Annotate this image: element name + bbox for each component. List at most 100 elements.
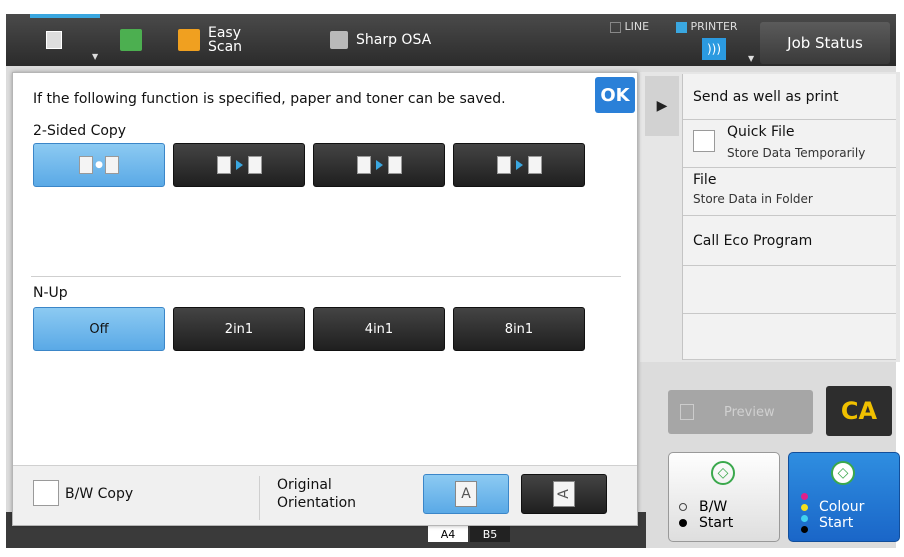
paper-size-b5[interactable]: B5 [470, 526, 510, 542]
printer-status-box [676, 21, 687, 33]
printer-status: PRINTER [676, 20, 738, 33]
section-divider [31, 276, 621, 277]
line-label: LINE [624, 20, 650, 33]
empty-item-2 [683, 314, 896, 360]
landscape-orientation-button[interactable]: A [521, 474, 607, 514]
dropdown-arrow-icon: ▼ [92, 52, 99, 61]
page-icon [79, 156, 94, 174]
sharp-osa-label: Sharp OSA [356, 32, 432, 48]
bw-start-button[interactable]: ◇ B/W Start [668, 452, 780, 542]
sharp-osa-icon [330, 31, 348, 49]
bw-start-label: B/W Start [699, 499, 733, 531]
preview-button[interactable]: Preview [668, 390, 813, 434]
quick-file-item[interactable]: Quick File Store Data Temporarily [683, 120, 896, 168]
bw-start-line1: B/W [699, 499, 728, 515]
bw-copy-label: B/W Copy [65, 486, 134, 502]
copy-mode-icon [46, 31, 62, 49]
ok-button[interactable]: OK [595, 77, 635, 113]
duplex-1-to-2-button[interactable] [173, 143, 305, 187]
preview-icon [680, 404, 694, 420]
bw-indicator-icon [679, 503, 687, 511]
duplex-2-to-2-button[interactable] [313, 143, 445, 187]
paper-size-a4-label: A4 [440, 527, 456, 541]
ok-label: OK [600, 84, 630, 106]
colour-start-line1: Colour [819, 499, 865, 515]
colour-start-line2: Start [819, 515, 854, 531]
colour-start-button[interactable]: ◇ Colour Start [788, 452, 900, 542]
job-status-label: Job Status [787, 34, 863, 52]
easy-scan-icon [178, 29, 200, 51]
page-icon [527, 156, 542, 174]
nup-2in1-label: 2in1 [224, 321, 254, 337]
preview-label: Preview [724, 404, 775, 420]
send-and-print-item[interactable]: Send as well as print [683, 74, 896, 120]
file-label: File [693, 172, 717, 188]
arrow-right-icon [235, 160, 243, 170]
nup-off-button[interactable]: Off [33, 307, 165, 351]
printer-dropdown-icon[interactable]: ▼ [748, 54, 754, 63]
magenta-dot-icon [801, 493, 808, 500]
nup-8in1-button[interactable]: 8in1 [453, 307, 585, 351]
yellow-dot-icon [801, 504, 808, 511]
orientation-label-line2: Orientation [277, 495, 357, 511]
line-status: LINE [610, 20, 649, 33]
page-icon [387, 156, 402, 174]
arrow-right-icon [515, 160, 523, 170]
eco-message: If the following function is specified, … [33, 91, 506, 107]
action-list: Send as well as print Quick File Store D… [682, 74, 896, 360]
paper-size-a4[interactable]: A4 [428, 526, 468, 542]
bw-black-dot-icon [679, 519, 687, 527]
orientation-label: Original Orientation [277, 476, 356, 512]
page-icon [356, 156, 371, 174]
bw-copy-checkbox[interactable] [33, 480, 59, 506]
page-icon [496, 156, 511, 174]
paper-size-b5-label: B5 [482, 527, 498, 541]
arrow-right-icon [375, 160, 383, 170]
clear-all-label: CA [840, 397, 878, 425]
document-filing-tab[interactable] [120, 14, 142, 66]
duplex-1-to-1-button[interactable]: ● [33, 143, 165, 187]
call-eco-program-label: Call Eco Program [693, 232, 813, 249]
black-dot-icon [801, 526, 808, 533]
document-filing-icon [120, 29, 142, 51]
dialog-footer: B/W Copy Original Orientation A A [13, 465, 637, 525]
two-sided-copy-label: 2-Sided Copy [33, 123, 127, 139]
quick-file-sub: Store Data Temporarily [727, 146, 866, 160]
expand-panel-button[interactable]: ▶ [645, 76, 679, 136]
quick-file-checkbox[interactable] [693, 130, 715, 152]
cyan-dot-icon [801, 515, 808, 522]
footer-divider [259, 476, 260, 520]
nup-4in1-label: 4in1 [364, 321, 394, 337]
file-sub: Store Data in Folder [693, 192, 813, 206]
sharp-osa-tab[interactable]: Sharp OSA [330, 14, 431, 66]
portrait-orientation-button[interactable]: A [423, 474, 509, 514]
orientation-label-line1: Original [277, 477, 332, 493]
nup-8in1-label: 8in1 [504, 321, 534, 337]
nup-label: N-Up [33, 285, 68, 301]
arrow-right-icon: ● [95, 160, 103, 170]
call-eco-program-item[interactable]: Call Eco Program [683, 216, 896, 266]
wifi-icon: ))) [702, 38, 726, 60]
duplex-2-to-1-button[interactable] [453, 143, 585, 187]
clear-all-button[interactable]: CA [826, 386, 892, 436]
active-tab-indicator [30, 14, 100, 18]
easy-scan-tab[interactable]: Easy Scan [178, 14, 242, 66]
expand-arrow-icon: ▶ [656, 98, 668, 114]
empty-item-1 [683, 266, 896, 314]
easy-scan-label-2: Scan [208, 39, 243, 55]
nup-off-label: Off [89, 321, 109, 337]
page-icon [247, 156, 262, 174]
start-icon: ◇ [711, 461, 735, 485]
bw-start-line2: Start [699, 515, 734, 531]
file-item[interactable]: File Store Data in Folder [683, 168, 896, 216]
page-icon [216, 156, 231, 174]
eco-settings-dialog: If the following function is specified, … [12, 72, 638, 526]
colour-start-label: Colour Start [819, 499, 864, 531]
portrait-orientation-icon: A [455, 481, 477, 507]
nup-4in1-button[interactable]: 4in1 [313, 307, 445, 351]
job-status-button[interactable]: Job Status [760, 22, 890, 64]
printer-label: PRINTER [690, 20, 738, 33]
colour-start-icon: ◇ [831, 461, 855, 485]
copy-mode-tab[interactable]: ▼ [46, 14, 98, 66]
nup-2in1-button[interactable]: 2in1 [173, 307, 305, 351]
